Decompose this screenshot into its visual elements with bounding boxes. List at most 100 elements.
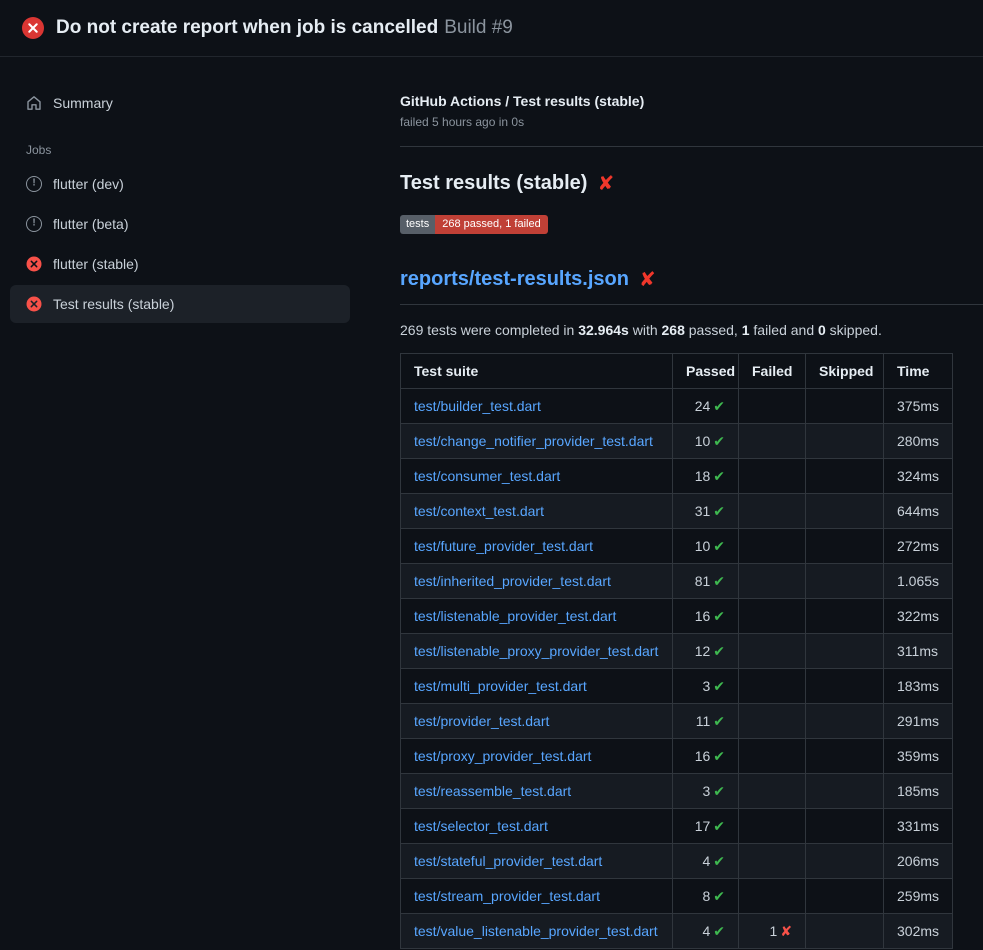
check-icon: ✔	[713, 853, 725, 869]
table-row: test/provider_test.dart11✔291ms	[401, 704, 953, 739]
skipped-cell	[806, 914, 884, 949]
sidebar-item-flutter-stable[interactable]: flutter (stable)	[10, 245, 350, 283]
suite-cell: test/proxy_provider_test.dart	[401, 739, 673, 774]
test-suite-link[interactable]: test/inherited_provider_test.dart	[414, 573, 611, 589]
failed-cell	[739, 564, 806, 599]
check-icon: ✔	[713, 818, 725, 834]
failed-cell	[739, 669, 806, 704]
table-row: test/consumer_test.dart 18✔ 324ms	[401, 459, 953, 494]
run-title: Do not create report when job is cancell…	[56, 17, 438, 38]
column-header-failed: Failed	[739, 354, 806, 389]
sidebar-item-test-results-stable[interactable]: Test results (stable)	[10, 285, 350, 323]
passed-count: 81	[695, 573, 711, 589]
summary-text: failed and	[750, 322, 819, 338]
passed-count: 16	[695, 748, 711, 764]
failed-cell	[739, 529, 806, 564]
table-row: test/listenable_provider_test.dart16✔322…	[401, 599, 953, 634]
suite-cell: test/change_notifier_provider_test.dart	[401, 424, 673, 459]
table-row: test/reassemble_test.dart3✔185ms	[401, 774, 953, 809]
failed-cell	[739, 879, 806, 914]
section-title: Test results (stable) ✘	[400, 172, 983, 195]
failed-cell	[739, 599, 806, 634]
jobs-section-label: Jobs	[10, 143, 350, 157]
passed-count: 4	[702, 923, 710, 939]
failed-cell	[739, 704, 806, 739]
check-icon: ✔	[713, 608, 725, 624]
suite-cell: test/stateful_provider_test.dart	[401, 844, 673, 879]
passed-count: 18	[695, 468, 711, 484]
passed-cell: 18✔	[673, 459, 739, 494]
passed-cell: 12✔	[673, 634, 739, 669]
results-table-body: test/builder_test.dart24✔375mstest/chang…	[401, 389, 953, 949]
check-icon: ✔	[713, 433, 725, 449]
tests-badge: tests 268 passed, 1 failed	[400, 215, 548, 234]
check-icon: ✔	[713, 643, 725, 659]
home-icon	[26, 95, 42, 111]
test-suite-link[interactable]: test/multi_provider_test.dart	[414, 678, 587, 694]
test-suite-link[interactable]: test/change_notifier_provider_test.dart	[414, 433, 653, 449]
time-cell: 183ms	[884, 669, 953, 704]
failed-cell	[739, 459, 806, 494]
passed-cell: 10✔	[673, 424, 739, 459]
time-cell: 291ms	[884, 704, 953, 739]
test-suite-link[interactable]: test/listenable_provider_test.dart	[414, 608, 616, 624]
summary-text: 269 tests were completed in	[400, 322, 578, 338]
summary-passed-count: 268	[662, 322, 685, 338]
check-icon: ✔	[713, 888, 725, 904]
failed-status-icon	[22, 17, 44, 39]
failed-status-icon	[26, 296, 42, 312]
sidebar-item-flutter-dev[interactable]: flutter (dev)	[10, 165, 350, 203]
time-cell: 1.065s	[884, 564, 953, 599]
check-icon: ✔	[713, 923, 725, 939]
skipped-cell	[806, 634, 884, 669]
failed-cell	[739, 844, 806, 879]
suite-cell: test/stream_provider_test.dart	[401, 879, 673, 914]
time-cell: 302ms	[884, 914, 953, 949]
build-number: Build #9	[444, 17, 513, 38]
test-suite-link[interactable]: test/context_test.dart	[414, 503, 544, 519]
test-suite-link[interactable]: test/reassemble_test.dart	[414, 783, 571, 799]
time-cell: 324ms	[884, 459, 953, 494]
suite-cell: test/listenable_provider_test.dart	[401, 599, 673, 634]
failed-cell	[739, 774, 806, 809]
check-icon: ✔	[713, 468, 725, 484]
suite-cell: test/reassemble_test.dart	[401, 774, 673, 809]
test-suite-link[interactable]: test/builder_test.dart	[414, 398, 541, 414]
failed-cell	[739, 739, 806, 774]
suite-cell: test/context_test.dart	[401, 494, 673, 529]
summary-text: passed,	[685, 322, 742, 338]
check-icon: ✔	[713, 573, 725, 589]
sidebar-item-flutter-beta[interactable]: flutter (beta)	[10, 205, 350, 243]
test-suite-link[interactable]: test/stateful_provider_test.dart	[414, 853, 602, 869]
time-cell: 331ms	[884, 809, 953, 844]
cross-icon: ✘	[597, 174, 614, 194]
check-icon: ✔	[713, 398, 725, 414]
test-suite-link[interactable]: test/selector_test.dart	[414, 818, 548, 834]
skipped-cell	[806, 494, 884, 529]
passed-count: 17	[695, 818, 711, 834]
test-suite-link[interactable]: test/value_listenable_provider_test.dart	[414, 923, 658, 939]
test-suite-link[interactable]: test/listenable_proxy_provider_test.dart	[414, 643, 658, 659]
report-file-link[interactable]: reports/test-results.json	[400, 268, 629, 291]
suite-cell: test/builder_test.dart	[401, 389, 673, 424]
test-suite-link[interactable]: test/future_provider_test.dart	[414, 538, 593, 554]
test-suite-link[interactable]: test/consumer_test.dart	[414, 468, 560, 484]
check-icon: ✔	[713, 503, 725, 519]
suite-cell: test/consumer_test.dart	[401, 459, 673, 494]
sidebar-item-summary[interactable]: Summary	[10, 85, 350, 121]
table-row: test/change_notifier_provider_test.dart 1…	[401, 424, 953, 459]
check-icon: ✔	[713, 678, 725, 694]
test-suite-link[interactable]: test/proxy_provider_test.dart	[414, 748, 591, 764]
time-cell: 272ms	[884, 529, 953, 564]
test-suite-link[interactable]: test/provider_test.dart	[414, 713, 549, 729]
column-header-skipped: Skipped	[806, 354, 884, 389]
time-cell: 280ms	[884, 424, 953, 459]
suite-cell: test/future_provider_test.dart	[401, 529, 673, 564]
test-suite-link[interactable]: test/stream_provider_test.dart	[414, 888, 600, 904]
table-row: test/value_listenable_provider_test.dart…	[401, 914, 953, 949]
summary-text: skipped.	[826, 322, 882, 338]
passed-count: 24	[695, 398, 711, 414]
failed-cell: 1✘	[739, 914, 806, 949]
table-row: test/context_test.dart31✔644ms	[401, 494, 953, 529]
table-header-row: Test suite Passed Failed Skipped Time	[401, 354, 953, 389]
